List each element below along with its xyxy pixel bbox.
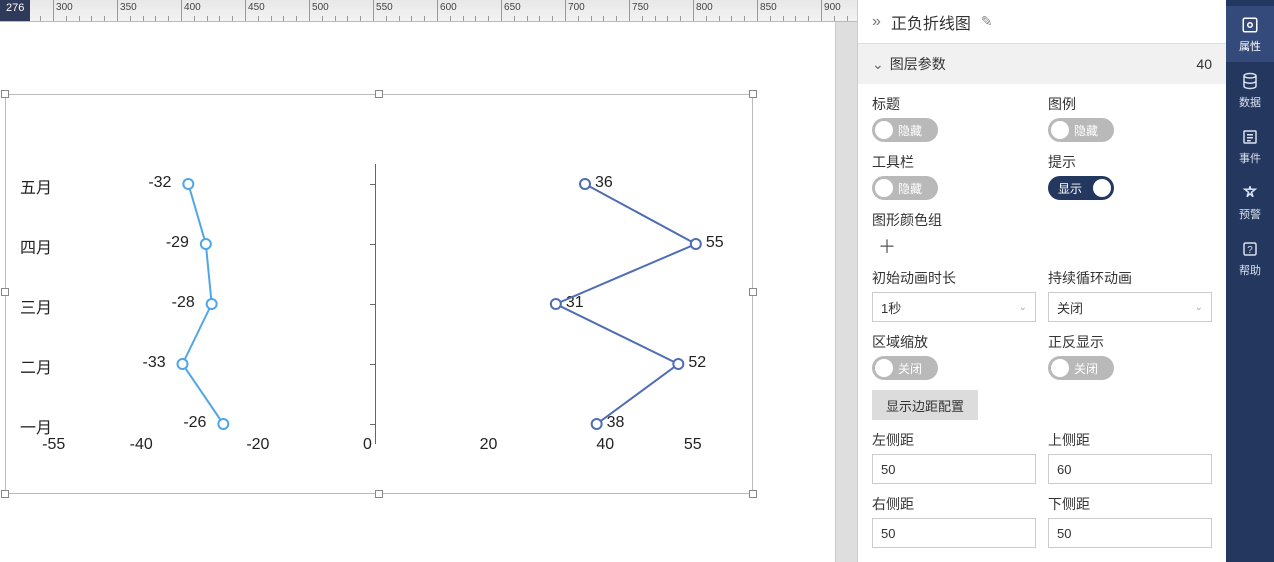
chevron-down-icon: ⌄: [872, 56, 884, 72]
select-init-anim[interactable]: 1秒⌄: [872, 292, 1036, 322]
toggle-title[interactable]: 隐藏: [872, 118, 938, 142]
rail-item-alert[interactable]: 预警: [1226, 174, 1274, 230]
label-zoom: 区域缩放: [872, 332, 1036, 352]
input-bottom-margin[interactable]: [1048, 518, 1212, 548]
chevron-down-icon: ⌄: [1195, 302, 1203, 313]
label-right-margin: 右侧距: [872, 494, 1036, 514]
edit-icon[interactable]: ✎: [981, 13, 993, 30]
add-color-button[interactable]: ＋: [872, 234, 902, 258]
rail-label: 帮助: [1239, 262, 1261, 278]
label-loop-anim: 持续循环动画: [1048, 268, 1212, 288]
panel-header: » 正负折线图 ✎: [858, 0, 1226, 44]
settings-icon: [1240, 15, 1260, 35]
margin-config-button[interactable]: 显示边距配置: [872, 390, 978, 420]
rail-label: 属性: [1239, 38, 1261, 54]
toggle-legend[interactable]: 隐藏: [1048, 118, 1114, 142]
rail-label: 预警: [1239, 206, 1261, 222]
select-loop-anim[interactable]: 关闭⌄: [1048, 292, 1212, 322]
design-canvas[interactable]: 五月四月三月二月一月-55-40-200204055-32-29-28-33-2…: [0, 22, 857, 562]
property-panel: » 正负折线图 ✎ ⌄ 图层参数 40 标题 隐藏 图例 隐藏 工具栏 隐藏 提示…: [857, 0, 1226, 562]
label-left-margin: 左侧距: [872, 430, 1036, 450]
toggle-flip[interactable]: 关闭: [1048, 356, 1114, 380]
rail-label: 事件: [1239, 150, 1261, 166]
list-icon: [1240, 127, 1260, 147]
toggle-tooltip[interactable]: 显示: [1048, 176, 1114, 200]
database-icon: [1240, 71, 1260, 91]
help-icon: ?: [1240, 239, 1260, 259]
label-bottom-margin: 下侧距: [1048, 494, 1212, 514]
canvas-edge: [835, 22, 857, 562]
rail-item-help[interactable]: ? 帮助: [1226, 230, 1274, 286]
label-title: 标题: [872, 94, 1036, 114]
toggle-toolbar[interactable]: 隐藏: [872, 176, 938, 200]
toggle-zoom[interactable]: 关闭: [872, 356, 938, 380]
rail-item-data[interactable]: 数据: [1226, 62, 1274, 118]
label-top-margin: 上侧距: [1048, 430, 1212, 450]
label-flip: 正反显示: [1048, 332, 1212, 352]
section-label: 图层参数: [890, 56, 946, 72]
right-rail: 属性 数据 事件 预警 ? 帮助: [1226, 0, 1274, 562]
label-colorgroup: 图形颜色组: [872, 210, 1036, 230]
panel-title: 正负折线图: [891, 10, 971, 34]
section-count: 40: [1196, 56, 1212, 72]
input-right-margin[interactable]: [872, 518, 1036, 548]
rail-item-event[interactable]: 事件: [1226, 118, 1274, 174]
label-toolbar: 工具栏: [872, 152, 1036, 172]
ruler-position-badge: 276: [0, 0, 30, 22]
svg-text:?: ?: [1247, 244, 1253, 255]
label-legend: 图例: [1048, 94, 1212, 114]
input-top-margin[interactable]: [1048, 454, 1212, 484]
chevron-down-icon: ⌄: [1019, 302, 1027, 313]
rail-label: 数据: [1239, 94, 1261, 110]
label-init-anim: 初始动画时长: [872, 268, 1036, 288]
section-layer-params[interactable]: ⌄ 图层参数 40: [858, 44, 1226, 84]
positive-negative-line-chart: 五月四月三月二月一月-55-40-200204055-32-29-28-33-2…: [5, 94, 753, 494]
panel-body: 标题 隐藏 图例 隐藏 工具栏 隐藏 提示 显示 图形颜色组 ＋: [858, 84, 1226, 562]
label-tooltip: 提示: [1048, 152, 1212, 172]
collapse-icon[interactable]: »: [872, 13, 881, 31]
rail-item-attr[interactable]: 属性: [1226, 6, 1274, 62]
input-left-margin[interactable]: [872, 454, 1036, 484]
alert-icon: [1240, 183, 1260, 203]
